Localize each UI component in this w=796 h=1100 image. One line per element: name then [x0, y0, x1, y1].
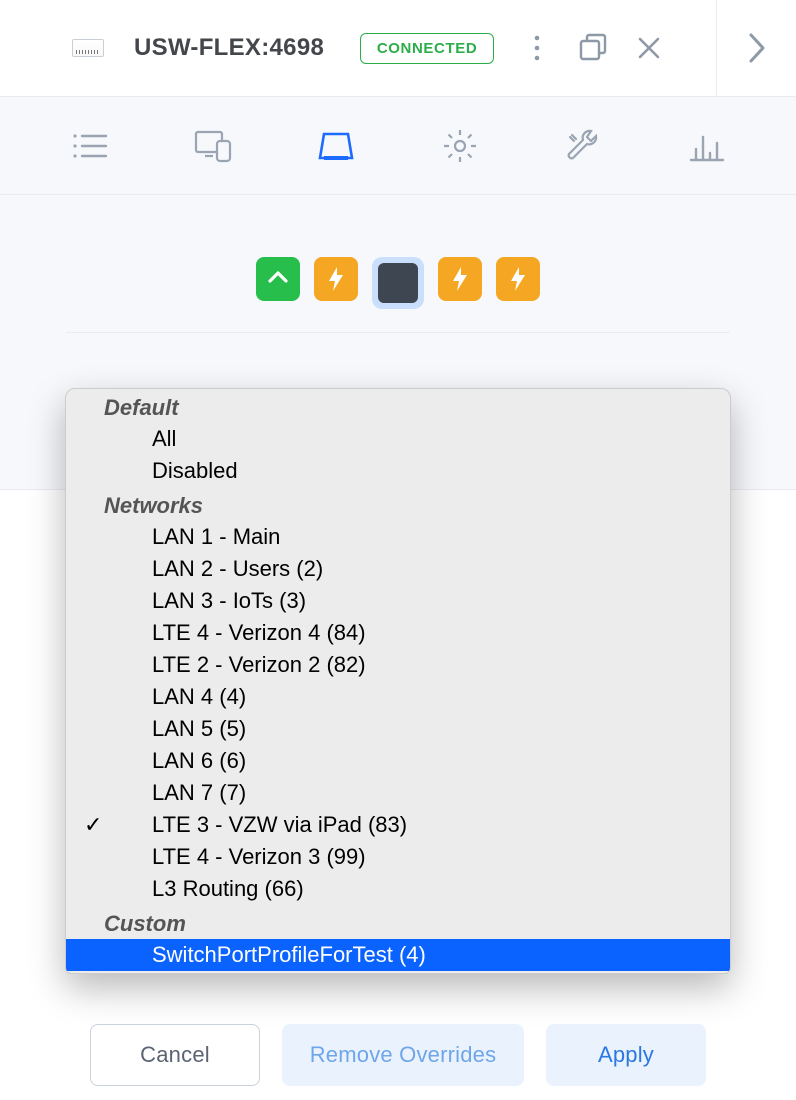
dropdown-item-label: LAN 6 (6): [152, 748, 246, 774]
remove-overrides-button[interactable]: Remove Overrides: [282, 1024, 524, 1086]
dropdown-item[interactable]: SwitchPortProfileForTest (4): [66, 939, 730, 971]
dropdown-item-label: LAN 1 - Main: [152, 524, 280, 550]
tab-devices[interactable]: [188, 121, 238, 171]
dropdown-item[interactable]: All: [66, 423, 730, 455]
footer-actions: Cancel Remove Overrides Apply: [0, 1024, 796, 1086]
tab-settings[interactable]: [435, 121, 485, 171]
dropdown-item-label: L3 Routing (66): [152, 876, 304, 902]
profile-dropdown[interactable]: Default All Disabled Networks LAN 1 - Main LA…: [65, 388, 731, 974]
status-badge: CONNECTED: [360, 33, 494, 64]
divider: [66, 332, 730, 333]
port-2[interactable]: [314, 257, 358, 301]
next-device-button[interactable]: [716, 0, 796, 97]
close-icon[interactable]: [632, 31, 666, 65]
dropdown-item-label: LTE 2 - Verizon 2 (82): [152, 652, 366, 678]
dropdown-section-header: Networks: [66, 487, 730, 521]
panel-header: USW-FLEX:4698 CONNECTED: [0, 0, 796, 97]
dropdown-section-header: Custom: [66, 905, 730, 939]
dropdown-item-label: LAN 4 (4): [152, 684, 246, 710]
dropdown-item[interactable]: LTE 2 - Verizon 2 (82): [66, 649, 730, 681]
dropdown-item[interactable]: ✓ LTE 3 - VZW via iPad (83): [66, 809, 730, 841]
dropdown-item-label: SwitchPortProfileForTest (4): [152, 942, 426, 968]
dropdown-item-label: LAN 2 - Users (2): [152, 556, 323, 582]
tab-tools[interactable]: [558, 121, 608, 171]
dropdown-item[interactable]: LAN 3 - IoTs (3): [66, 585, 730, 617]
dropdown-item-label: Disabled: [152, 458, 238, 484]
port-3-selected[interactable]: [372, 257, 424, 309]
dropdown-item[interactable]: LTE 4 - Verizon 3 (99): [66, 841, 730, 873]
dropdown-item[interactable]: LAN 5 (5): [66, 713, 730, 745]
dropdown-item[interactable]: LAN 1 - Main: [66, 521, 730, 553]
port-1-uplink[interactable]: [256, 257, 300, 301]
dropdown-item[interactable]: LAN 2 - Users (2): [66, 553, 730, 585]
tab-stats[interactable]: [682, 121, 732, 171]
dropdown-item-label: LTE 4 - Verizon 3 (99): [152, 844, 366, 870]
dropdown-section-header: Default: [66, 389, 730, 423]
device-title: USW-FLEX:4698: [134, 34, 324, 62]
dropdown-item-label: All: [152, 426, 176, 452]
checkmark-icon: ✓: [84, 812, 102, 838]
header-left: USW-FLEX:4698: [72, 34, 324, 62]
dropdown-item[interactable]: LAN 7 (7): [66, 777, 730, 809]
port-4[interactable]: [438, 257, 482, 301]
port-row: [0, 257, 796, 309]
dropdown-item-label: LTE 4 - Verizon 4 (84): [152, 620, 366, 646]
dropdown-item[interactable]: LTE 4 - Verizon 4 (84): [66, 617, 730, 649]
more-icon[interactable]: [520, 31, 554, 65]
apply-button[interactable]: Apply: [546, 1024, 706, 1086]
dropdown-item[interactable]: L3 Routing (66): [66, 873, 730, 905]
popout-icon[interactable]: [576, 31, 610, 65]
tab-overview[interactable]: [64, 121, 114, 171]
dropdown-item[interactable]: Disabled: [66, 455, 730, 487]
port-3: [378, 263, 418, 303]
port-5[interactable]: [496, 257, 540, 301]
dropdown-item[interactable]: LAN 4 (4): [66, 681, 730, 713]
dropdown-item-label: LTE 3 - VZW via iPad (83): [152, 812, 407, 838]
dropdown-item-label: LAN 3 - IoTs (3): [152, 588, 306, 614]
dropdown-item-label: LAN 5 (5): [152, 716, 246, 742]
dropdown-item[interactable]: LAN 6 (6): [66, 745, 730, 777]
tab-strip: [0, 97, 796, 195]
cancel-button[interactable]: Cancel: [90, 1024, 260, 1086]
header-right: CONNECTED: [360, 31, 666, 65]
dropdown-item-label: LAN 7 (7): [152, 780, 246, 806]
tab-ports[interactable]: [311, 121, 361, 171]
device-icon: [72, 39, 104, 57]
